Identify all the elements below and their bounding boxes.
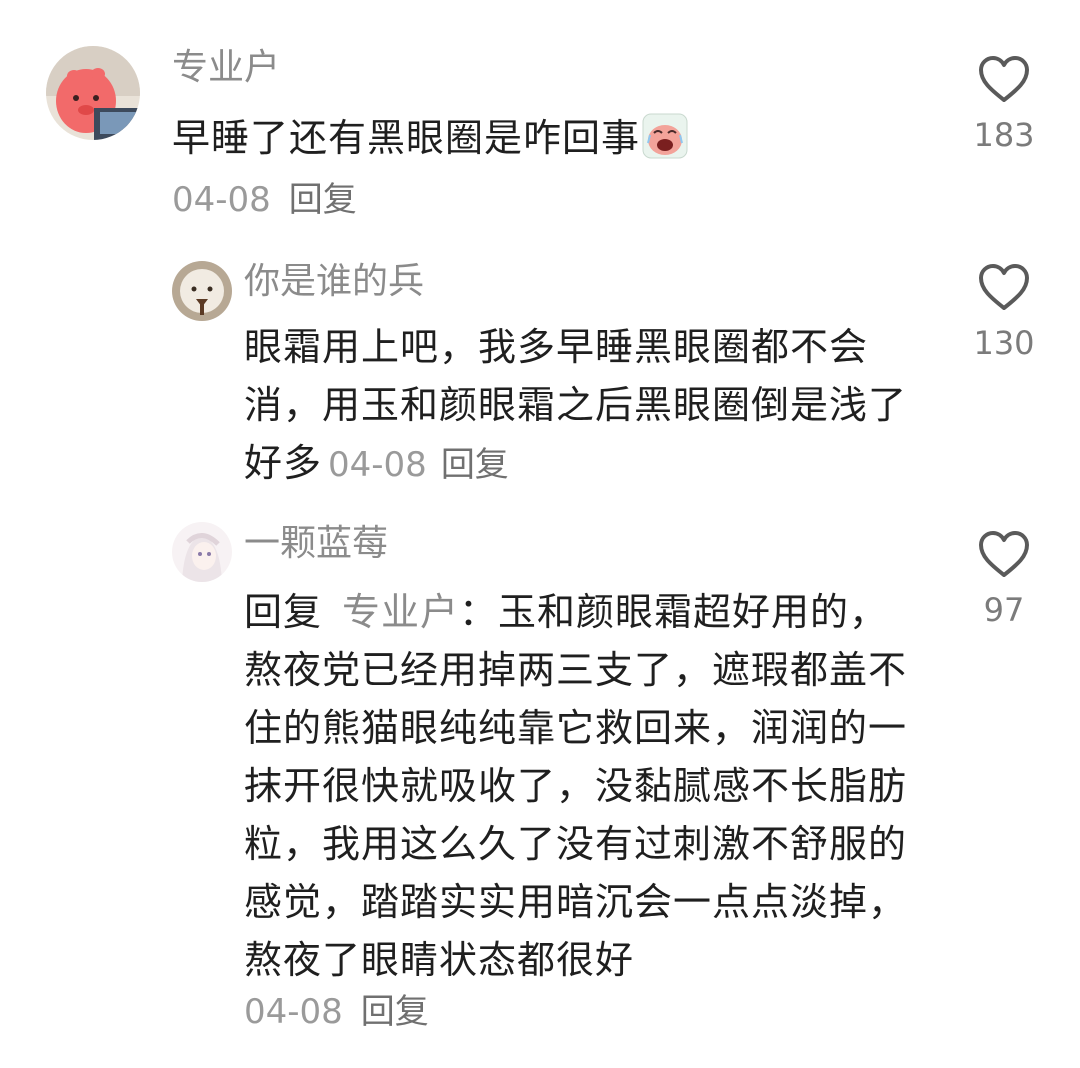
heart-outline-icon bbox=[979, 264, 1029, 310]
like-count: 130 bbox=[973, 324, 1035, 362]
reply-button[interactable]: 回复 bbox=[361, 992, 429, 1032]
comment-date: 04-08 bbox=[172, 180, 271, 220]
heart-outline-icon bbox=[979, 56, 1029, 102]
comment-date: 04-08 bbox=[328, 445, 427, 485]
comment-username[interactable]: 一颗蓝莓 bbox=[244, 522, 388, 566]
comment-username[interactable]: 专业户 bbox=[172, 46, 280, 90]
reply-button[interactable]: 回复 bbox=[441, 445, 509, 485]
comment-text: 早睡了还有黑眼圈是咋回事 bbox=[172, 109, 892, 167]
comment-username[interactable]: 你是谁的兵 bbox=[244, 260, 424, 304]
crying-face-sticker-icon bbox=[642, 113, 688, 159]
avatar-zhuanyehu[interactable] bbox=[46, 46, 140, 140]
comment-date: 04-08 bbox=[244, 992, 343, 1032]
avatar-nishishuidebing[interactable] bbox=[172, 261, 232, 321]
reply-target-username[interactable]: 专业户 bbox=[342, 590, 459, 634]
like-button[interactable]: 183 bbox=[964, 54, 1044, 154]
like-count: 97 bbox=[983, 591, 1025, 629]
avatar-yikelanmei[interactable] bbox=[172, 522, 232, 582]
comment-text: 回复 专业户：玉和颜眼霜超好用的，熬夜党已经用掉两三支了，遮瑕都盖不住的熊猫眼纯纯… bbox=[244, 583, 908, 989]
comment-meta: 04-08 回复 bbox=[244, 992, 429, 1032]
comment-meta: 04-08 回复 bbox=[322, 445, 509, 485]
reply-prefix: 回复 bbox=[244, 590, 323, 634]
like-button[interactable]: 130 bbox=[964, 262, 1044, 362]
comment-meta: 04-08 回复 bbox=[172, 180, 357, 220]
like-count: 183 bbox=[973, 116, 1035, 154]
comment-body: 早睡了还有黑眼圈是咋回事 bbox=[172, 116, 641, 160]
reply-button[interactable]: 回复 bbox=[289, 180, 357, 220]
comment-text: 眼霜用上吧，我多早睡黑眼圈都不会消，用玉和颜眼霜之后黑眼圈倒是浅了好多 04-08… bbox=[244, 318, 908, 494]
heart-outline-icon bbox=[979, 531, 1029, 577]
comment-body: ：玉和颜眼霜超好用的，熬夜党已经用掉两三支了，遮瑕都盖不住的熊猫眼纯纯靠它救回来… bbox=[244, 590, 908, 982]
like-button[interactable]: 97 bbox=[964, 529, 1044, 629]
